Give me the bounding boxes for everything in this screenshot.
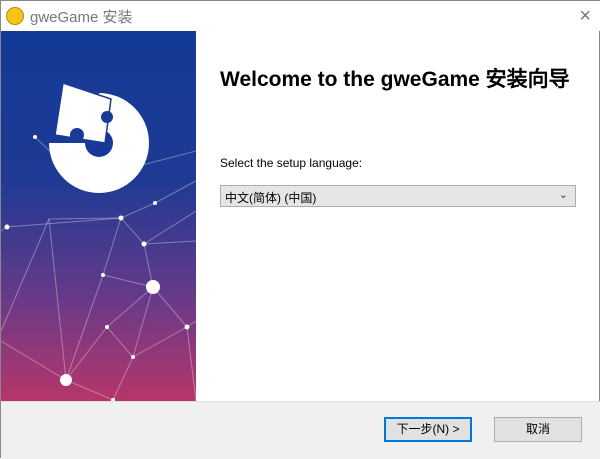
sidebar-banner bbox=[1, 31, 196, 401]
app-icon bbox=[6, 7, 24, 25]
language-selected-value: 中文(简体) (中国) bbox=[225, 191, 317, 205]
chevron-down-icon: ⌄ bbox=[558, 189, 568, 201]
language-label: Select the setup language: bbox=[220, 156, 363, 170]
page-title: Welcome to the gweGame 安装向导 bbox=[220, 68, 570, 91]
footer: 下一步(N) > 取消 bbox=[1, 401, 600, 459]
window-title: gweGame 安装 bbox=[30, 8, 133, 26]
cancel-button[interactable]: 取消 bbox=[494, 417, 582, 442]
network-graphic bbox=[1, 81, 196, 401]
next-button[interactable]: 下一步(N) > bbox=[384, 417, 472, 442]
language-select[interactable]: 中文(简体) (中国) ⌄ bbox=[220, 185, 576, 207]
welcome-panel: Welcome to the gweGame 安装向导 Select the s… bbox=[196, 31, 600, 401]
close-icon[interactable]: × bbox=[579, 5, 591, 28]
title-bar: gweGame 安装 × bbox=[1, 1, 600, 31]
logo-icon bbox=[49, 81, 149, 193]
